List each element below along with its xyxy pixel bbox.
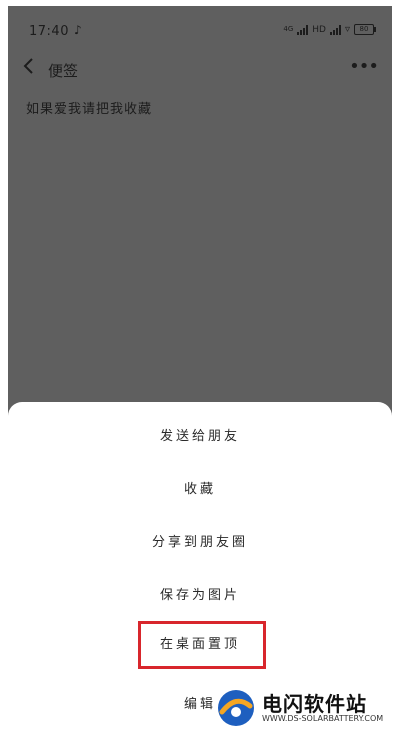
save-as-image-option[interactable]: 保存为图片 bbox=[8, 573, 392, 619]
favorite-option[interactable]: 收藏 bbox=[8, 467, 392, 513]
back-arrow-icon[interactable] bbox=[21, 56, 37, 76]
site-watermark: 电闪软件站 WWW.DS-SOLARBATTERY.COM bbox=[216, 686, 396, 732]
wifi-icon: ▿ bbox=[344, 24, 350, 35]
page-title: 便签 bbox=[48, 62, 79, 80]
network-type-label: 4G bbox=[283, 25, 294, 33]
phone-screen: 17:40 ♪ 4G HD ▿ 80 便签 ••• 如果爱我请把我收藏 发送给朋… bbox=[8, 6, 392, 737]
status-time: 17:40 bbox=[29, 24, 69, 39]
notification-icon: ♪ bbox=[74, 23, 82, 37]
status-bar: 17:40 ♪ 4G HD ▿ 80 bbox=[8, 6, 392, 50]
status-icons: 4G HD ▿ 80 bbox=[283, 24, 376, 35]
more-options-icon[interactable]: ••• bbox=[349, 56, 379, 77]
watermark-url: WWW.DS-SOLARBATTERY.COM bbox=[262, 714, 384, 723]
hd-label: HD bbox=[312, 24, 326, 35]
signal-icon-2 bbox=[329, 24, 341, 35]
signal-icon bbox=[297, 24, 309, 35]
watermark-name: 电闪软件站 bbox=[262, 692, 367, 716]
watermark-logo-icon bbox=[218, 690, 254, 726]
highlight-box bbox=[138, 621, 266, 669]
note-content[interactable]: 如果爱我请把我收藏 bbox=[26, 98, 152, 117]
share-to-moments-option[interactable]: 分享到朋友圈 bbox=[8, 520, 392, 566]
send-to-friend-option[interactable]: 发送给朋友 bbox=[8, 414, 392, 460]
battery-icon: 80 bbox=[354, 24, 376, 35]
